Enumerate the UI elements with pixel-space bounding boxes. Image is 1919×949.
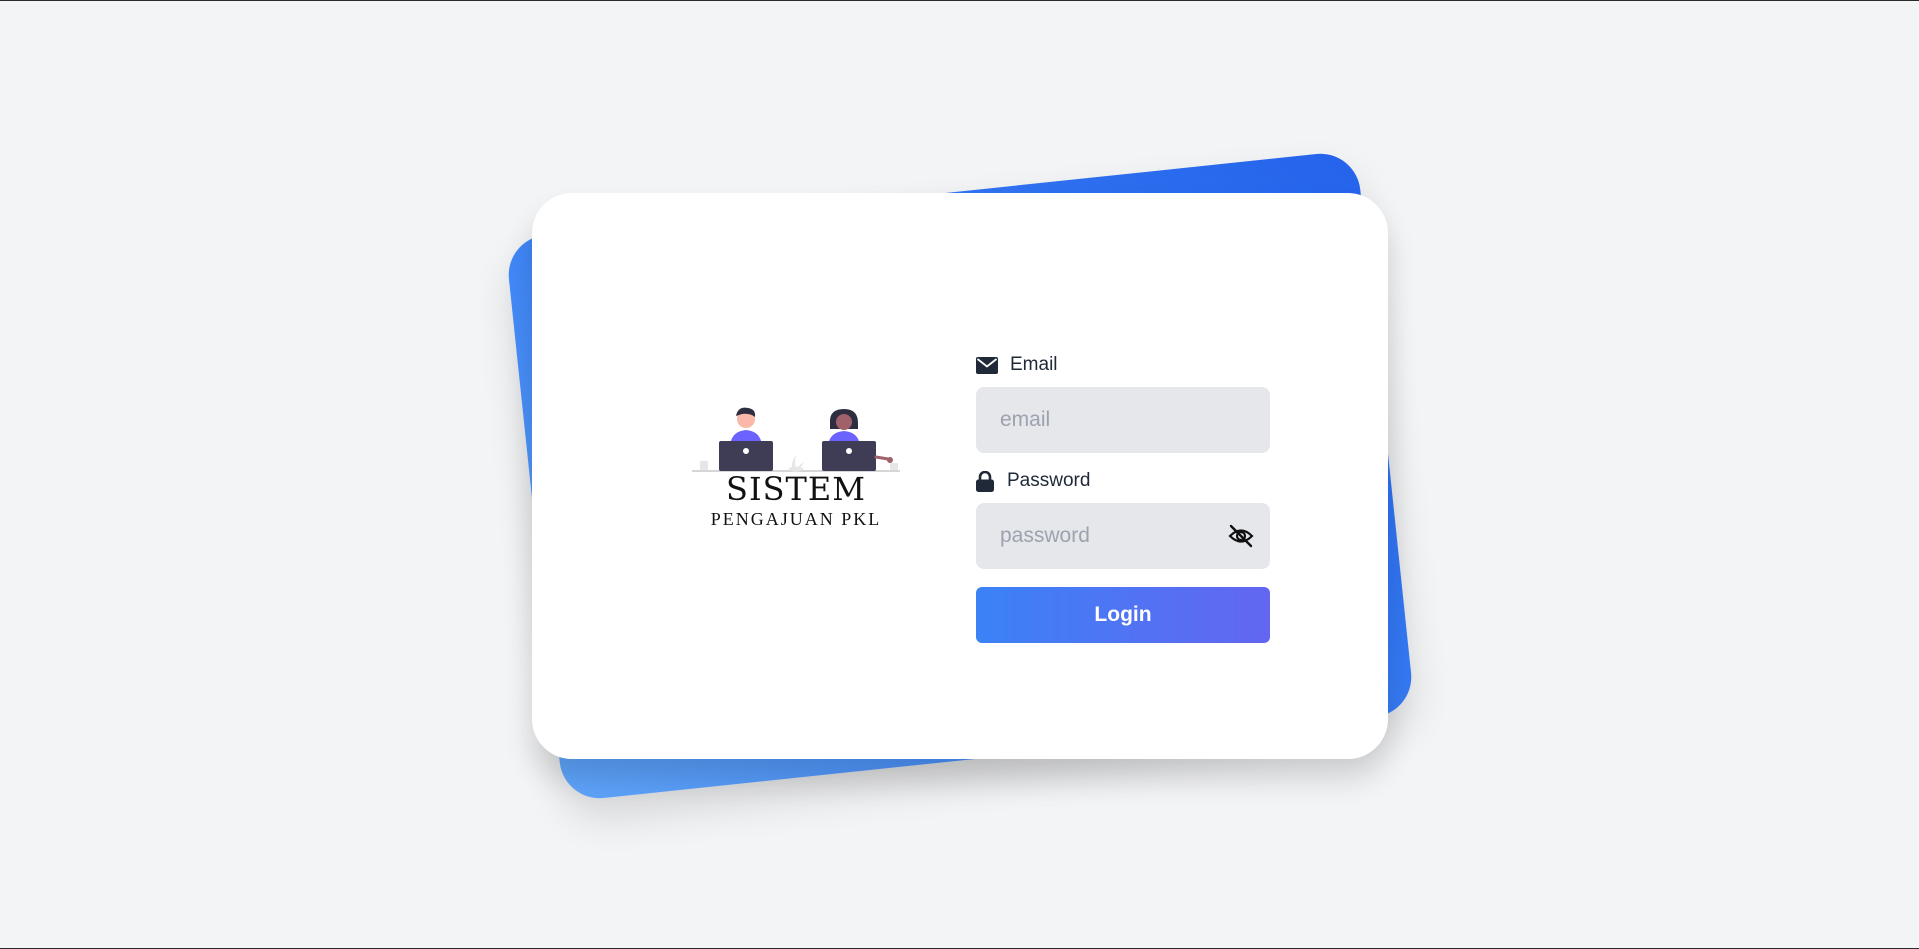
- login-stage: SISTEM PENGAJUAN PKL Email email Passwor…: [504, 149, 1416, 803]
- login-button[interactable]: Login: [976, 587, 1270, 643]
- lock-icon: [976, 470, 994, 492]
- password-label-row: Password: [976, 469, 1270, 493]
- logo-illustration: [692, 407, 900, 472]
- password-input[interactable]: [976, 503, 1270, 569]
- envelope-icon: [976, 355, 998, 375]
- email-field-wrapper: [976, 387, 1270, 453]
- password-field-wrapper: [976, 503, 1270, 569]
- email-label: Email: [1010, 354, 1058, 375]
- email-input[interactable]: [976, 387, 1270, 453]
- logo-title: SISTEM: [726, 470, 866, 508]
- email-label-row: Email: [976, 353, 1270, 377]
- eye-slash-icon[interactable]: [1228, 524, 1254, 548]
- login-form: Email Password: [976, 353, 1270, 643]
- app-logo: SISTEM PENGAJUAN PKL: [692, 405, 900, 535]
- logo-subtitle: PENGAJUAN PKL: [710, 509, 882, 529]
- login-card: SISTEM PENGAJUAN PKL Email email Passwor…: [532, 193, 1388, 759]
- password-label: Password: [1007, 470, 1091, 491]
